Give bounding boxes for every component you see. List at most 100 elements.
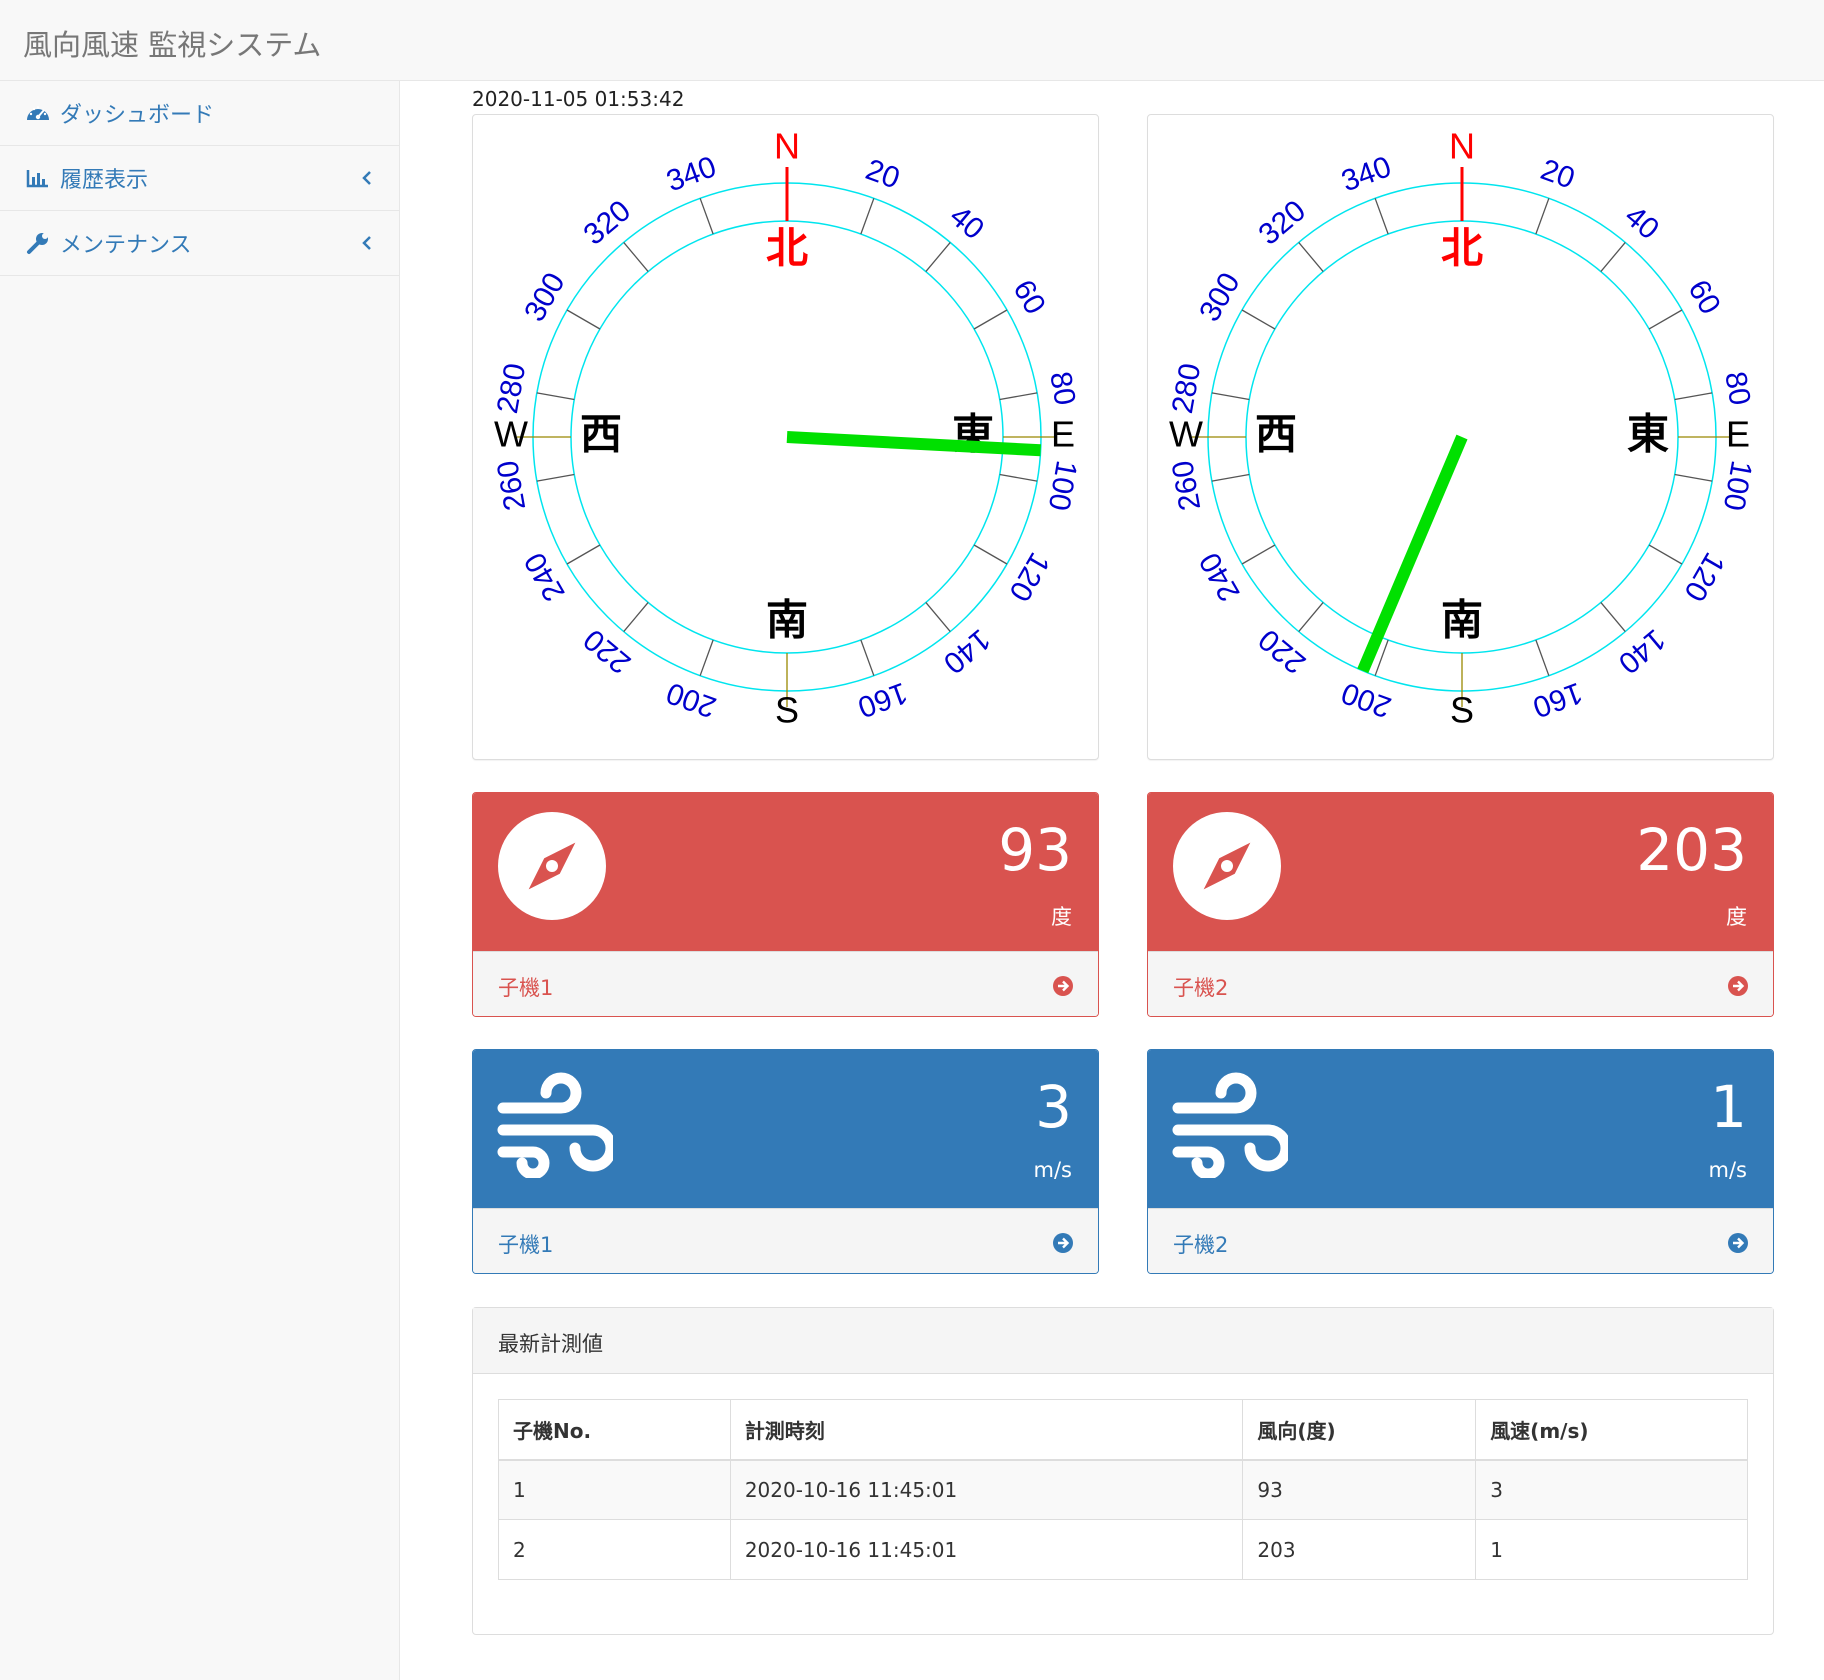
- tick-mark: [1241, 309, 1276, 330]
- direction-unit: 度: [1051, 905, 1072, 929]
- sidebar-item-maintenance[interactable]: メンテナンス: [0, 211, 399, 276]
- compass-panel-2: 20 40 60 80 100 120 140 160 200 220 240 260 280 300 32…: [1147, 114, 1774, 760]
- tick-mark: [1298, 242, 1324, 272]
- arrow-circle-right-icon[interactable]: [1727, 975, 1749, 997]
- table-cell: 203: [1242, 1519, 1477, 1580]
- degree-label: 20: [861, 153, 904, 195]
- tick-mark: [860, 639, 875, 676]
- tick-mark: [973, 309, 1008, 330]
- arrow-circle-right-icon[interactable]: [1052, 975, 1074, 997]
- latest-measurements-panel: 最新計測値 子機No. 計測時刻 風向(度) 風速(m/s) 1 2020-10…: [472, 1307, 1774, 1635]
- degree-label: 220: [578, 622, 638, 679]
- degree-label: 320: [578, 194, 638, 251]
- top-navbar: 風向風速 監視システム: [0, 0, 1824, 81]
- card-header: 3 m/s: [473, 1050, 1098, 1208]
- table-cell: 2: [498, 1519, 731, 1580]
- tick-mark: [699, 198, 714, 235]
- current-timestamp: 2020-11-05 01:53:42: [472, 87, 685, 111]
- app-title[interactable]: 風向風速 監視システム: [23, 22, 321, 64]
- table-cell: 2020-10-16 11:45:01: [729, 1519, 1244, 1580]
- table-cell: 1: [1475, 1519, 1748, 1580]
- compass-icon: [1172, 811, 1282, 921]
- direction-kanji: 南: [766, 596, 808, 645]
- wind-direction-compass: 20 40 60 80 100 120140 160 200 220240 260 280 30032…: [491, 126, 1083, 731]
- degree-label: 340: [662, 150, 720, 198]
- table-row: 1 2020-10-16 11:45:01 93 3: [498, 1459, 1748, 1520]
- table-cell: 93: [1242, 1459, 1477, 1520]
- tick-mark: [1600, 602, 1626, 632]
- direction-unit: 度: [1726, 905, 1747, 929]
- direction-kanji: 東: [1627, 410, 1669, 459]
- unit-label: 子機2: [1173, 976, 1229, 1000]
- panel-heading: 最新計測値: [473, 1308, 1773, 1374]
- direction-kanji: 北: [1441, 224, 1483, 273]
- wind-direction-compass: 20 40 60 80 100 120140 160 200 220240 260 280 30032…: [1166, 126, 1758, 731]
- tick-mark: [999, 392, 1038, 401]
- arrow-circle-right-icon[interactable]: [1052, 1232, 1074, 1254]
- table-row: 2 2020-10-16 11:45:01 203 1: [498, 1519, 1748, 1580]
- chevron-left-icon[interactable]: [357, 229, 377, 257]
- wrench-icon: [24, 229, 52, 257]
- wind-icon: [497, 1068, 617, 1180]
- sidebar-item-dashboard[interactable]: ダッシュボード: [0, 81, 399, 146]
- bar-chart-icon: [24, 164, 52, 192]
- column-header: 風速(m/s): [1475, 1399, 1748, 1461]
- degree-label: 300: [518, 267, 572, 327]
- latest-measurements-table: 子機No. 計測時刻 風向(度) 風速(m/s) 1 2020-10-16 11…: [498, 1399, 1748, 1580]
- table-cell: 2020-10-16 11:45:01: [729, 1459, 1244, 1520]
- column-header: 子機No.: [498, 1399, 731, 1461]
- tick-mark: [1648, 544, 1683, 565]
- card-footer-link[interactable]: 子機1: [473, 951, 1098, 1016]
- tick-mark: [699, 639, 714, 676]
- cardinal-label: E: [1726, 414, 1750, 455]
- degree-label: 120: [1677, 547, 1731, 607]
- degree-label: 240: [518, 547, 572, 607]
- tick-mark: [925, 602, 951, 632]
- degree-label: 160: [853, 676, 911, 724]
- degree-label: 280: [1166, 361, 1207, 416]
- tick-mark: [1674, 392, 1713, 401]
- sidebar-item-label: メンテナンス: [60, 233, 192, 258]
- degree-label: 40: [943, 199, 990, 246]
- speed-card-2: 1 m/s 子機2: [1147, 1049, 1774, 1274]
- sidebar: ダッシュボード 履歴表示 メンテナンス: [0, 81, 400, 1680]
- wind-icon: [1172, 1068, 1292, 1180]
- card-header: 203 度: [1148, 793, 1773, 951]
- arrow-circle-right-icon[interactable]: [1727, 1232, 1749, 1254]
- tick-mark: [1241, 544, 1276, 565]
- card-footer-link[interactable]: 子機2: [1148, 951, 1773, 1016]
- compass-panel-1: 20 40 60 80 100 120 140 160 200 220 240 260 280 300 32…: [472, 114, 1099, 760]
- unit-label: 子機1: [498, 976, 554, 1000]
- sidebar-item-label: 履歴表示: [60, 168, 149, 193]
- speed-value: 3: [1035, 1073, 1072, 1141]
- card-header: 1 m/s: [1148, 1050, 1773, 1208]
- cardinal-label: S: [1450, 690, 1474, 731]
- card-footer-link[interactable]: 子機2: [1148, 1208, 1773, 1273]
- degree-label: 280: [491, 361, 532, 416]
- tick-mark: [1374, 198, 1389, 235]
- chevron-left-icon[interactable]: [357, 164, 377, 192]
- degree-label: 80: [1043, 369, 1081, 408]
- table-header-row: 子機No. 計測時刻 風向(度) 風速(m/s): [498, 1399, 1748, 1461]
- direction-kanji: 南: [1441, 596, 1483, 645]
- sidebar-item-history[interactable]: 履歴表示: [0, 146, 399, 211]
- tick-mark: [536, 392, 575, 401]
- tick-mark: [999, 473, 1038, 482]
- direction-card-1: 93 度 子機1: [472, 792, 1099, 1017]
- speed-value: 1: [1710, 1073, 1747, 1141]
- tick-mark: [623, 242, 649, 272]
- degree-label: 200: [1337, 676, 1395, 724]
- sidebar-item-label: ダッシュボード: [60, 103, 215, 128]
- speed-unit: m/s: [1708, 1158, 1747, 1182]
- table-cell: 3: [1475, 1459, 1748, 1520]
- degree-label: 100: [1717, 458, 1758, 513]
- tick-mark: [973, 544, 1008, 565]
- card-footer-link[interactable]: 子機1: [473, 1208, 1098, 1273]
- unit-label: 子機2: [1173, 1233, 1229, 1257]
- cardinal-label: W: [1169, 414, 1203, 455]
- direction-value: 93: [998, 816, 1072, 884]
- card-header: 93 度: [473, 793, 1098, 951]
- compass-icon: [497, 811, 607, 921]
- degree-label: 220: [1253, 622, 1313, 679]
- tick-mark: [536, 473, 575, 482]
